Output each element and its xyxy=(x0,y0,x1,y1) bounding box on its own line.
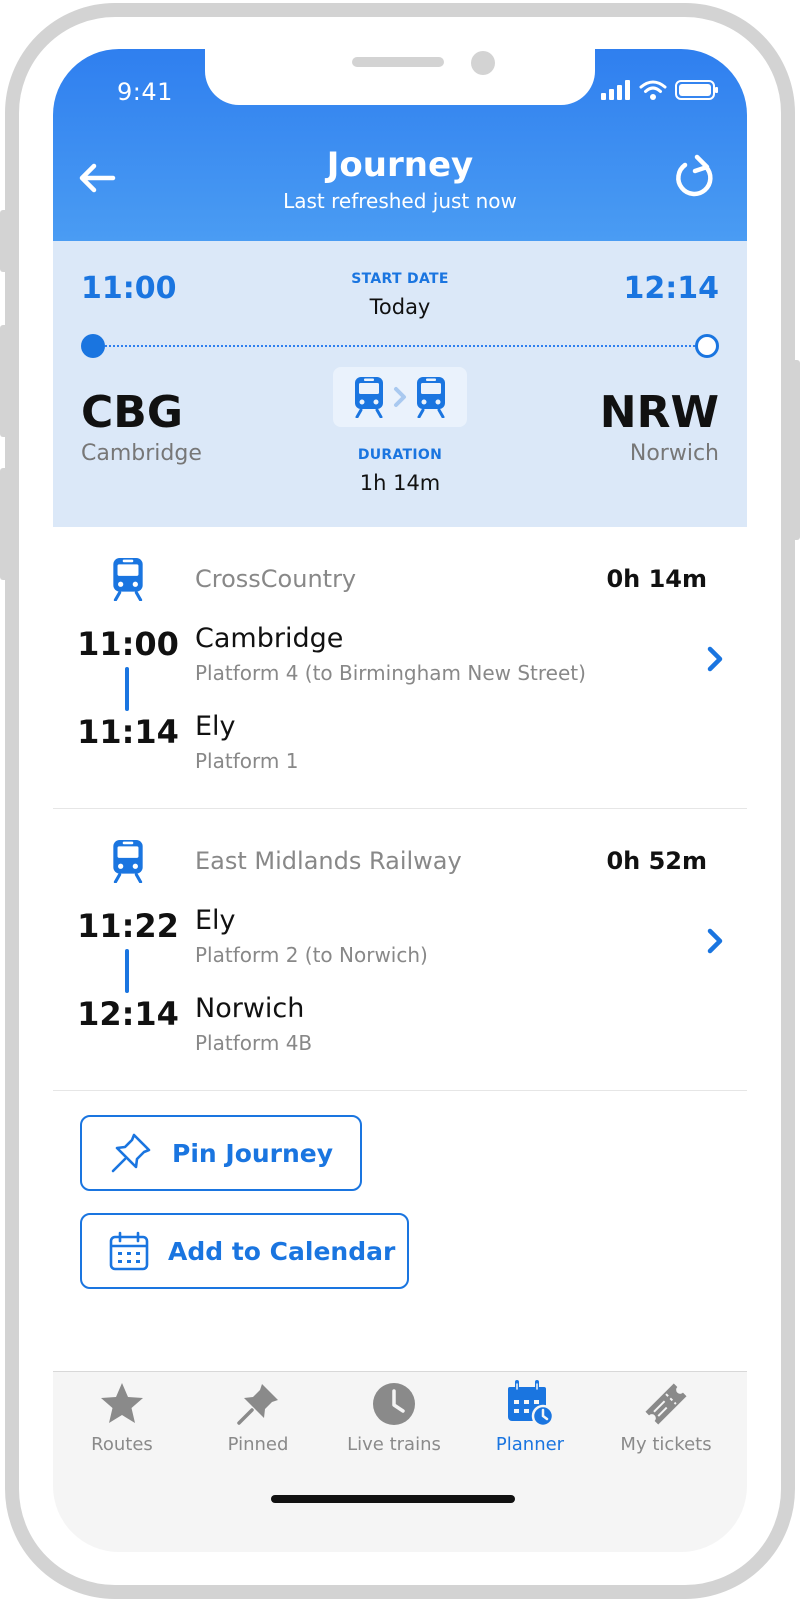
add-to-calendar-button[interactable]: Add to Calendar xyxy=(80,1213,409,1289)
tab-label: Pinned xyxy=(227,1434,289,1455)
leg-operator: CrossCountry xyxy=(195,565,357,593)
last-refreshed-text: Last refreshed just now xyxy=(283,189,517,213)
leg-departure-time: 11:22 xyxy=(77,907,179,945)
bottom-tab-bar: Routes Pinned Live trains Planner My tic… xyxy=(53,1371,747,1552)
leg-departure-platform: Platform 2 (to Norwich) xyxy=(195,943,428,967)
leg-departure-station: Ely xyxy=(195,905,236,936)
origin-dot xyxy=(81,334,105,358)
chevron-right-icon xyxy=(394,387,406,407)
pin-icon xyxy=(111,1133,151,1173)
duration-label: DURATION xyxy=(357,447,443,463)
status-time: 9:41 xyxy=(117,78,173,106)
journey-summary: 11:00 START DATE Today 12:14 CBG Cambrid… xyxy=(53,241,747,527)
refresh-icon[interactable] xyxy=(673,153,717,201)
leg-arrival-station: Norwich xyxy=(195,993,305,1024)
train-icon xyxy=(355,377,383,418)
home-indicator[interactable] xyxy=(271,1495,515,1503)
destination-code: NRW xyxy=(599,387,719,438)
duration-value: 1h 14m xyxy=(359,471,441,495)
tab-planner[interactable]: Planner xyxy=(461,1380,599,1455)
tab-routes[interactable]: Routes xyxy=(53,1380,191,1455)
clock-icon xyxy=(373,1383,415,1425)
change-badge xyxy=(333,367,467,427)
tab-label: Live trains xyxy=(347,1434,441,1455)
leg-departure-station: Cambridge xyxy=(195,623,344,654)
wifi-icon xyxy=(639,80,667,100)
leg-arrival-station: Ely xyxy=(195,711,236,742)
battery-icon xyxy=(675,80,718,100)
leg-connector-line xyxy=(125,949,129,993)
calendar-clock-icon xyxy=(508,1380,554,1428)
leg-arrival-platform: Platform 4B xyxy=(195,1031,313,1055)
leg-departure-time: 11:00 xyxy=(77,625,179,663)
leg-arrival-platform: Platform 1 xyxy=(195,749,299,773)
origin-code: CBG xyxy=(81,387,183,438)
signal-icon xyxy=(601,80,630,100)
add-to-calendar-label: Add to Calendar xyxy=(168,1236,396,1266)
leg-operator: East Midlands Railway xyxy=(195,847,462,875)
star-icon xyxy=(101,1383,143,1423)
ticket-icon xyxy=(645,1383,687,1425)
calendar-icon xyxy=(109,1231,149,1271)
train-icon xyxy=(113,558,143,601)
leg-departure-platform: Platform 4 (to Birmingham New Street) xyxy=(195,661,586,685)
train-icon xyxy=(113,840,143,883)
train-icon xyxy=(417,377,445,418)
app-screen: 9:41 Journey Last refreshed just now 11:… xyxy=(53,49,747,1552)
tab-pinned[interactable]: Pinned xyxy=(189,1380,327,1455)
leg-arrival-time: 12:14 xyxy=(77,995,179,1033)
pin-journey-label: Pin Journey xyxy=(172,1138,334,1168)
journey-leg[interactable]: East Midlands Railway 0h 52m 11:22 12:14… xyxy=(53,809,747,1091)
journey-leg[interactable]: CrossCountry 0h 14m 11:00 11:14 Cambridg… xyxy=(53,527,747,809)
tab-label: Planner xyxy=(495,1434,565,1455)
leg-duration: 0h 52m xyxy=(606,847,707,875)
speaker-grille xyxy=(352,57,444,67)
chevron-right-icon[interactable] xyxy=(705,645,725,673)
destination-dot xyxy=(695,334,719,358)
leg-duration: 0h 14m xyxy=(606,565,707,593)
pin-icon xyxy=(237,1384,278,1425)
status-icons xyxy=(601,79,719,101)
tab-label: Routes xyxy=(91,1434,153,1455)
device-notch xyxy=(205,49,595,105)
front-camera xyxy=(471,51,495,75)
leg-arrival-time: 11:14 xyxy=(77,713,179,751)
chevron-right-icon[interactable] xyxy=(705,927,725,955)
journey-track-line xyxy=(93,345,707,347)
page-title: Journey xyxy=(326,145,474,185)
tab-my-tickets[interactable]: My tickets xyxy=(597,1380,735,1455)
tab-live-trains[interactable]: Live trains xyxy=(325,1380,463,1455)
pin-journey-button[interactable]: Pin Journey xyxy=(80,1115,362,1191)
leg-connector-line xyxy=(125,667,129,711)
tab-label: My tickets xyxy=(620,1434,712,1455)
summary-arrival-time: 12:14 xyxy=(623,271,720,306)
